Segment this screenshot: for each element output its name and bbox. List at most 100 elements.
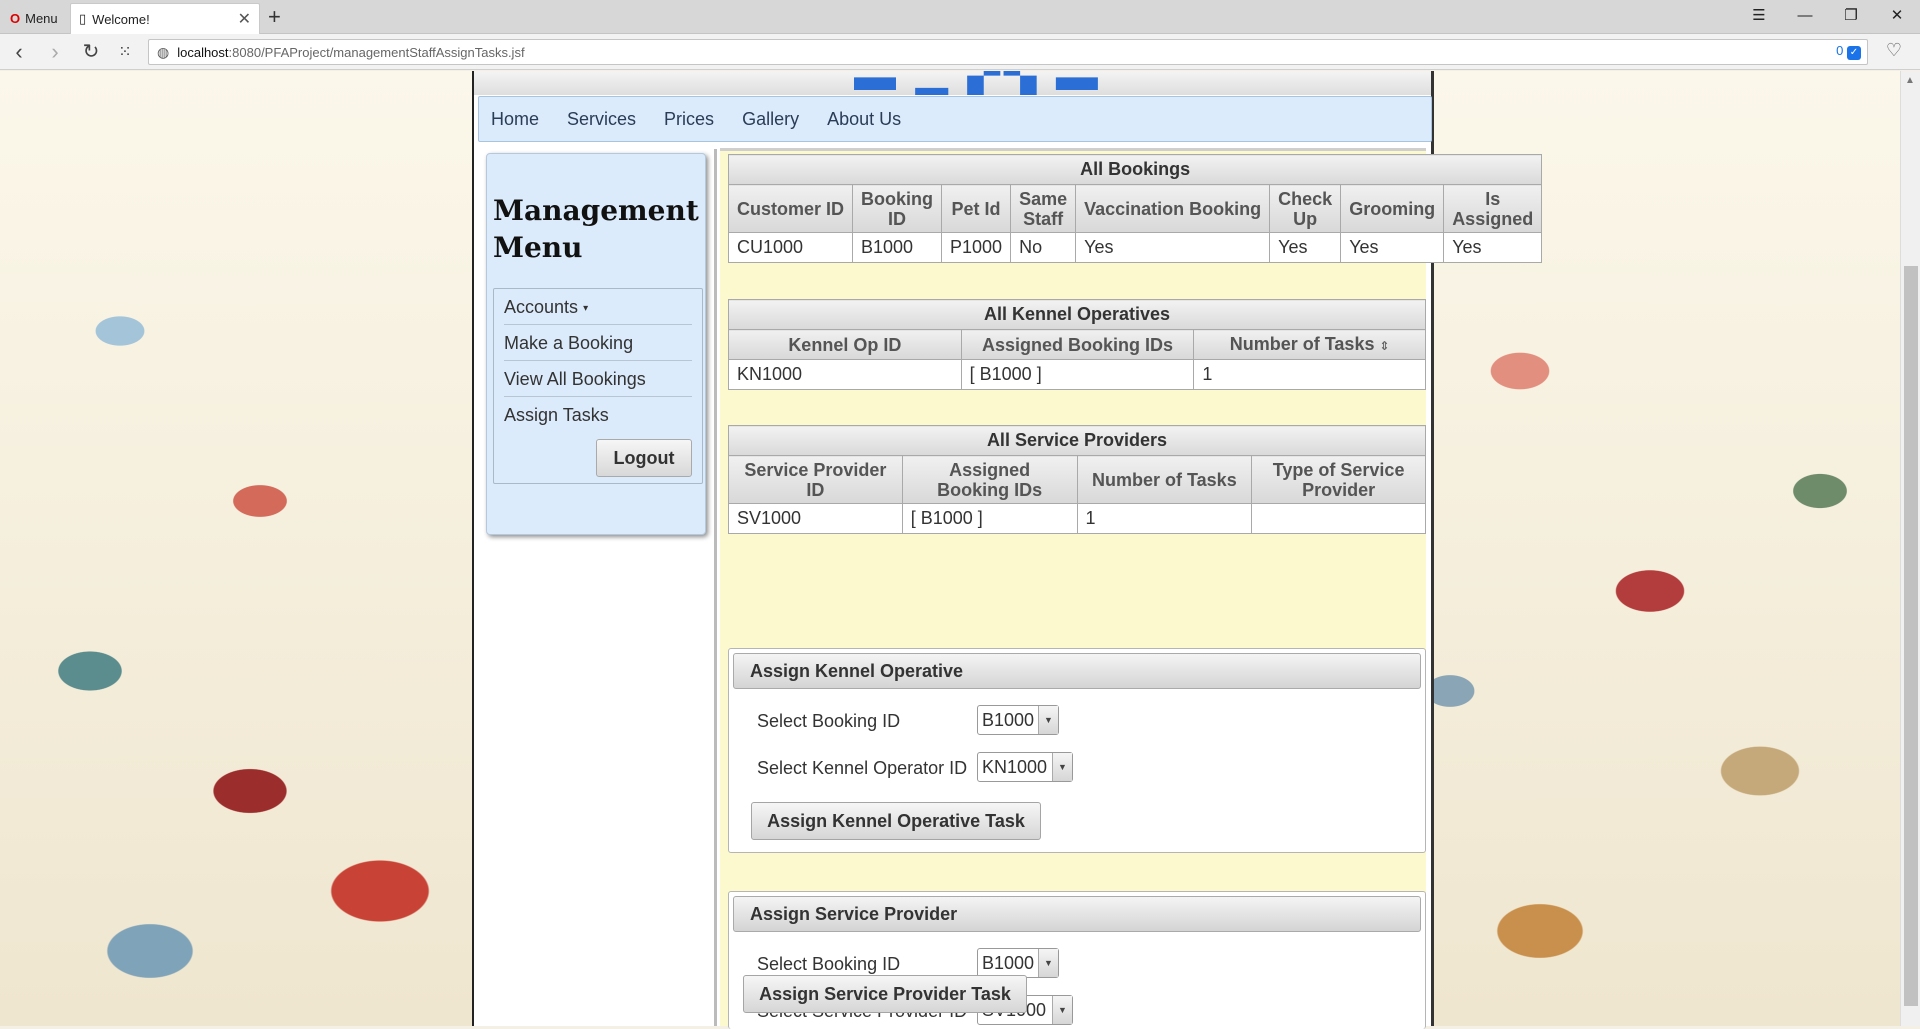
- tab-menu-icon[interactable]: ☰: [1736, 0, 1782, 30]
- menu-item-accounts[interactable]: Accounts ▾: [504, 297, 692, 325]
- menu-item-view-all-bookings-label: View All Bookings: [504, 369, 646, 389]
- minimize-icon[interactable]: —: [1782, 0, 1828, 30]
- menu-item-make-booking-label: Make a Booking: [504, 333, 634, 353]
- close-window-icon[interactable]: ✕: [1874, 0, 1920, 30]
- chevron-down-icon[interactable]: ▼: [1038, 706, 1058, 734]
- maximize-icon[interactable]: ❐: [1828, 0, 1874, 30]
- nav-prices[interactable]: Prices: [664, 109, 714, 130]
- table-cell: CU1000: [727, 232, 854, 263]
- reload-icon[interactable]: ↻: [78, 39, 104, 64]
- column-header-label: Same Staff: [1019, 188, 1068, 229]
- table-cell: [1251, 503, 1426, 534]
- scrollbar-thumb[interactable]: [1904, 266, 1918, 1006]
- table-cell: Yes: [1075, 232, 1271, 263]
- kennel-operatives-table: All Kennel Operatives Kennel Op ID Assig…: [728, 299, 1426, 390]
- column-header[interactable]: Same Staff: [1010, 184, 1077, 233]
- logout-button[interactable]: Logout: [596, 439, 692, 477]
- providers-table-caption: All Service Providers: [728, 425, 1426, 456]
- bookings-table: All Bookings Customer ID Booking ID Pet …: [727, 154, 1543, 263]
- column-header-label: Is Assigned: [1452, 188, 1534, 229]
- column-header[interactable]: Check Up: [1269, 184, 1342, 233]
- scroll-up-icon[interactable]: ▲: [1905, 75, 1915, 86]
- assign-kennel-panel-header[interactable]: Assign Kennel Operative: [733, 653, 1421, 689]
- management-menu: Management Menu Accounts ▾ Make a Bookin…: [486, 153, 706, 535]
- menu-item-make-booking[interactable]: Make a Booking: [504, 333, 692, 361]
- column-header[interactable]: Pet Id: [941, 184, 1012, 233]
- table-cell: KN1000: [728, 359, 962, 390]
- column-header[interactable]: Service Provider ID: [728, 455, 903, 504]
- column-header[interactable]: Customer ID: [727, 184, 854, 233]
- caret-down-icon: ▾: [583, 302, 589, 314]
- kennel-table-caption: All Kennel Operatives: [728, 299, 1426, 330]
- chevron-down-icon[interactable]: ▼: [1052, 753, 1072, 781]
- site-header: ▬ ▂ ▞▚ ▬: [474, 71, 1431, 95]
- nav-about-us[interactable]: About Us: [827, 109, 901, 130]
- close-tab-icon[interactable]: ✕: [238, 9, 251, 29]
- column-header-label: Type of Service Provider: [1272, 459, 1405, 500]
- forward-icon[interactable]: ›: [42, 39, 68, 65]
- column-header-label: Kennel Op ID: [788, 334, 902, 355]
- assign-provider-panel-header[interactable]: Assign Service Provider: [733, 896, 1421, 932]
- main-content: All Bookings Customer ID Booking ID Pet …: [720, 148, 1543, 1029]
- providers-table-header: Service Provider ID Assigned Booking IDs…: [728, 455, 1426, 504]
- kennel-operator-id-select[interactable]: KN1000 ▼: [977, 752, 1073, 782]
- select-kennel-operator-label: Select Kennel Operator ID: [757, 758, 968, 778]
- column-header-label: Check Up: [1278, 188, 1333, 229]
- column-header[interactable]: Is Assigned: [1443, 184, 1543, 233]
- table-cell: [ B1000 ]: [901, 503, 1078, 534]
- management-menu-title-line1: Management: [493, 194, 699, 227]
- management-menu-title-line2: Menu: [493, 231, 583, 264]
- back-icon[interactable]: ‹: [6, 39, 32, 65]
- provider-booking-id-select[interactable]: B1000 ▼: [977, 948, 1059, 978]
- chevron-down-icon[interactable]: ▼: [1038, 949, 1058, 977]
- browser-menu-label: Menu: [25, 11, 58, 26]
- column-header[interactable]: Type of Service Provider: [1251, 455, 1426, 504]
- table-cell: 1: [1193, 359, 1426, 390]
- new-tab-icon[interactable]: +: [268, 4, 281, 30]
- column-header-label: Number of Tasks: [1092, 469, 1237, 490]
- column-header[interactable]: Vaccination Booking: [1075, 184, 1271, 233]
- table-cell: Yes: [1269, 232, 1342, 263]
- chevron-down-icon[interactable]: ▼: [1052, 996, 1072, 1024]
- column-header[interactable]: Kennel Op ID: [728, 329, 962, 360]
- select-value: B1000: [982, 709, 1035, 730]
- management-menu-list: Accounts ▾ Make a Booking View All Booki…: [493, 288, 703, 484]
- nav-home[interactable]: Home: [491, 109, 539, 130]
- service-providers-table: All Service Providers Service Provider I…: [728, 425, 1426, 534]
- column-header[interactable]: Assigned Booking IDs: [960, 329, 1195, 360]
- scrollbar[interactable]: ▲: [1900, 71, 1920, 1026]
- table-cell: 1: [1076, 503, 1253, 534]
- table-cell: No: [1010, 232, 1077, 263]
- column-header-label: Assigned Booking IDs: [937, 459, 1043, 500]
- assign-kennel-panel: Assign Kennel Operative Select Booking I…: [728, 648, 1426, 853]
- column-header[interactable]: Booking ID: [852, 184, 943, 233]
- select-value: B1000: [982, 952, 1035, 973]
- shield-icon: ✓: [1847, 46, 1861, 60]
- assign-kennel-operative-button[interactable]: Assign Kennel Operative Task: [751, 802, 1041, 840]
- bookmark-heart-icon[interactable]: ♡: [1886, 40, 1902, 61]
- menu-item-assign-tasks[interactable]: Assign Tasks: [504, 405, 692, 432]
- nav-services[interactable]: Services: [567, 109, 636, 130]
- speed-dial-icon[interactable]: ⁙: [112, 42, 138, 62]
- browser-menu-button[interactable]: O Menu: [2, 3, 64, 34]
- url-field[interactable]: ◍ localhost :8080/PFAProject/managementS…: [148, 39, 1868, 65]
- select-value: KN1000: [982, 756, 1048, 777]
- main-nav: Home Services Prices Gallery About Us: [478, 96, 1432, 142]
- column-header-label: Customer ID: [737, 198, 845, 219]
- adblock-indicator[interactable]: 0 ✓: [1836, 43, 1861, 60]
- column-header[interactable]: Assigned Booking IDs: [901, 455, 1078, 504]
- column-header[interactable]: Number of Tasks: [1076, 455, 1253, 504]
- kennel-booking-id-select[interactable]: B1000 ▼: [977, 705, 1059, 735]
- menu-item-view-all-bookings[interactable]: View All Bookings: [504, 369, 692, 397]
- table-cell: Yes: [1443, 232, 1543, 263]
- globe-icon: ◍: [157, 43, 170, 60]
- browser-tab-active[interactable]: ▯ Welcome! ✕: [70, 3, 260, 34]
- column-header[interactable]: Grooming: [1340, 184, 1445, 233]
- select-booking-label: Select Booking ID: [757, 954, 901, 974]
- assign-service-provider-button[interactable]: Assign Service Provider Task: [743, 975, 1027, 1013]
- column-header-sortable[interactable]: Number of Tasks ⇕: [1193, 329, 1426, 360]
- select-booking-label: Select Booking ID: [757, 711, 901, 731]
- sort-icon[interactable]: ⇕: [1379, 339, 1389, 353]
- menu-item-accounts-label: Accounts: [504, 297, 579, 317]
- nav-gallery[interactable]: Gallery: [742, 109, 799, 130]
